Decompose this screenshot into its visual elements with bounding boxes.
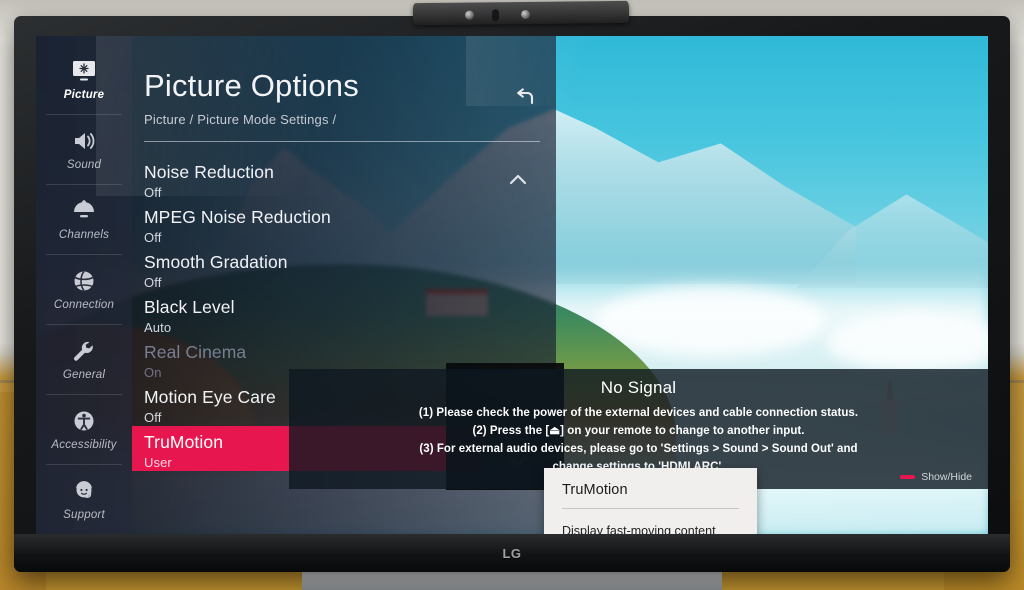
settings-sidebar: Picture Sound Channels Connection Genera… — [36, 36, 132, 534]
option-value: Off — [144, 275, 162, 291]
sidebar-item-connection[interactable]: Connection — [36, 254, 132, 324]
globe-network-icon — [69, 267, 99, 295]
sidebar-item-channels[interactable]: Channels — [36, 184, 132, 254]
option-row-smooth-gradation[interactable]: Smooth Gradation Off — [144, 246, 540, 291]
no-signal-line-3: (3) For external audio devices, please g… — [419, 443, 858, 456]
option-row-black-level[interactable]: Black Level Auto — [144, 291, 540, 336]
lg-logo: LG — [502, 545, 522, 561]
support-agent-icon — [69, 477, 99, 505]
page-title: Picture Options — [144, 68, 359, 103]
tooltip-title: TruMotion — [562, 482, 628, 498]
option-row-mpeg-noise-reduction[interactable]: MPEG Noise Reduction Off — [144, 201, 540, 246]
sidebar-item-label: Support — [63, 509, 105, 521]
option-value: Off — [144, 230, 162, 246]
webcam-soundbar-icon — [412, 0, 630, 26]
sidebar-item-picture[interactable]: Picture — [36, 44, 132, 114]
satellite-dish-icon — [69, 197, 99, 225]
picture-icon — [69, 57, 99, 85]
sidebar-item-label: Sound — [66, 159, 102, 171]
option-label: Black Level — [144, 297, 235, 317]
no-signal-line-1: (1) Please check the power of the extern… — [418, 407, 859, 419]
option-label: MPEG Noise Reduction — [144, 207, 331, 227]
sidebar-item-general[interactable]: General — [36, 324, 132, 394]
television: Picture Sound Channels Connection Genera… — [14, 16, 1010, 572]
sidebar-item-sound[interactable]: Sound — [36, 114, 132, 184]
tv-bottom-bezel: LG — [14, 534, 1010, 572]
option-row-noise-reduction[interactable]: Noise Reduction Off — [144, 156, 540, 201]
sidebar-item-accessibility[interactable]: Accessibility — [36, 394, 132, 464]
sidebar-item-label: Accessibility — [51, 439, 117, 451]
tooltip-divider — [562, 508, 739, 509]
camera-lens-right-icon — [520, 9, 531, 19]
cloud-1 — [596, 286, 826, 356]
wrench-icon — [69, 337, 99, 365]
back-arrow-icon[interactable] — [512, 84, 538, 110]
no-signal-title: No Signal — [600, 378, 677, 397]
sidebar-item-label: Picture — [63, 89, 105, 101]
option-label: Smooth Gradation — [144, 252, 288, 272]
option-label: Real Cinema — [144, 342, 247, 362]
show-hide-hint[interactable]: Show/Hide — [900, 471, 972, 483]
breadcrumb: Picture / Picture Mode Settings / — [144, 112, 337, 127]
sidebar-item-label: Channels — [58, 229, 110, 241]
option-value: Off — [144, 185, 162, 201]
header-divider — [144, 141, 540, 142]
accessibility-icon — [69, 407, 99, 435]
show-hide-label: Show/Hide — [921, 470, 972, 483]
no-signal-line-2: (2) Press the [⏏] on your remote to chan… — [472, 425, 805, 438]
sidebar-item-label: General — [62, 369, 106, 381]
option-value: Auto — [144, 320, 172, 336]
camera-lens-left-icon — [464, 10, 475, 20]
microphone-icon — [491, 9, 500, 22]
option-label: Noise Reduction — [144, 162, 274, 182]
speaker-icon — [69, 127, 99, 155]
tv-screen: Picture Sound Channels Connection Genera… — [36, 36, 988, 534]
tooltip-description: Display fast-moving content smoothly and… — [562, 524, 716, 534]
trumotion-tooltip: TruMotion Display fast-moving content sm… — [544, 468, 757, 534]
red-key-icon — [900, 474, 916, 479]
sidebar-item-label: Connection — [53, 299, 115, 311]
sidebar-item-support[interactable]: Support — [36, 464, 132, 534]
